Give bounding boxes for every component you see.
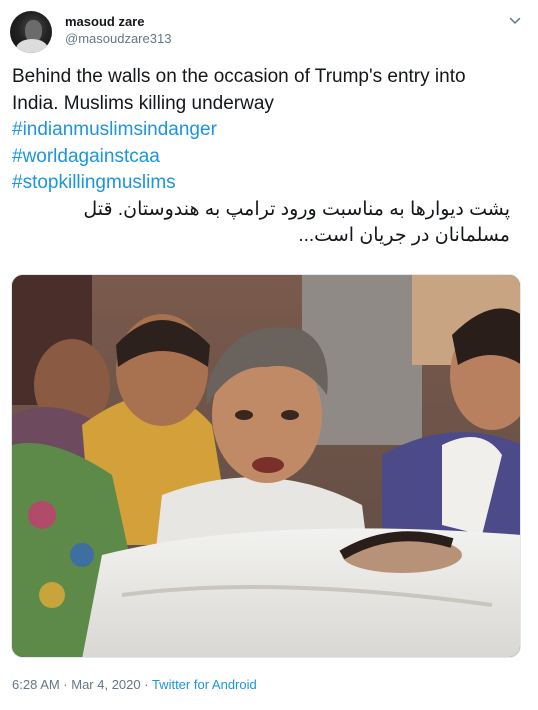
tweet-text: Behind the walls on the occasion of Trum… xyxy=(12,64,524,250)
tweet-header: masoud zare @masoudzare313 xyxy=(10,10,528,54)
avatar[interactable] xyxy=(10,11,52,53)
tweet-meta: 6:28 AM · Mar 4, 2020 · Twitter for Andr… xyxy=(12,677,257,693)
author-handle[interactable]: @masoudzare313 xyxy=(65,30,171,48)
persian-text-line: مسلمانان در جریان است... xyxy=(298,225,510,246)
author-names[interactable]: masoud zare @masoudzare313 xyxy=(65,14,171,48)
persian-text-line: پشت دیوارها به مناسبت ورود ترامپ به هندو… xyxy=(83,198,510,220)
tweet-source-link[interactable]: Twitter for Android xyxy=(152,677,257,692)
tweet-text-line: Behind the walls on the occasion of Trum… xyxy=(12,66,466,87)
photo-illustration xyxy=(12,275,520,657)
tweet-card: masoud zare @masoudzare313 Behind the wa… xyxy=(0,0,538,710)
author-display-name[interactable]: masoud zare xyxy=(65,14,171,30)
hashtag-link[interactable]: #stopkillingmuslims xyxy=(12,170,524,197)
hashtag-link[interactable]: #worldagainstcaa xyxy=(12,144,524,171)
hashtag-link[interactable]: #indianmuslimsindanger xyxy=(12,117,524,144)
tweet-timestamp[interactable]: 6:28 AM · Mar 4, 2020 · xyxy=(12,677,152,692)
tweet-text-line: India. Muslims killing underway xyxy=(12,92,274,114)
chevron-down-icon[interactable] xyxy=(508,14,522,28)
tweet-photo[interactable] xyxy=(11,274,521,658)
avatar-body xyxy=(16,39,48,53)
